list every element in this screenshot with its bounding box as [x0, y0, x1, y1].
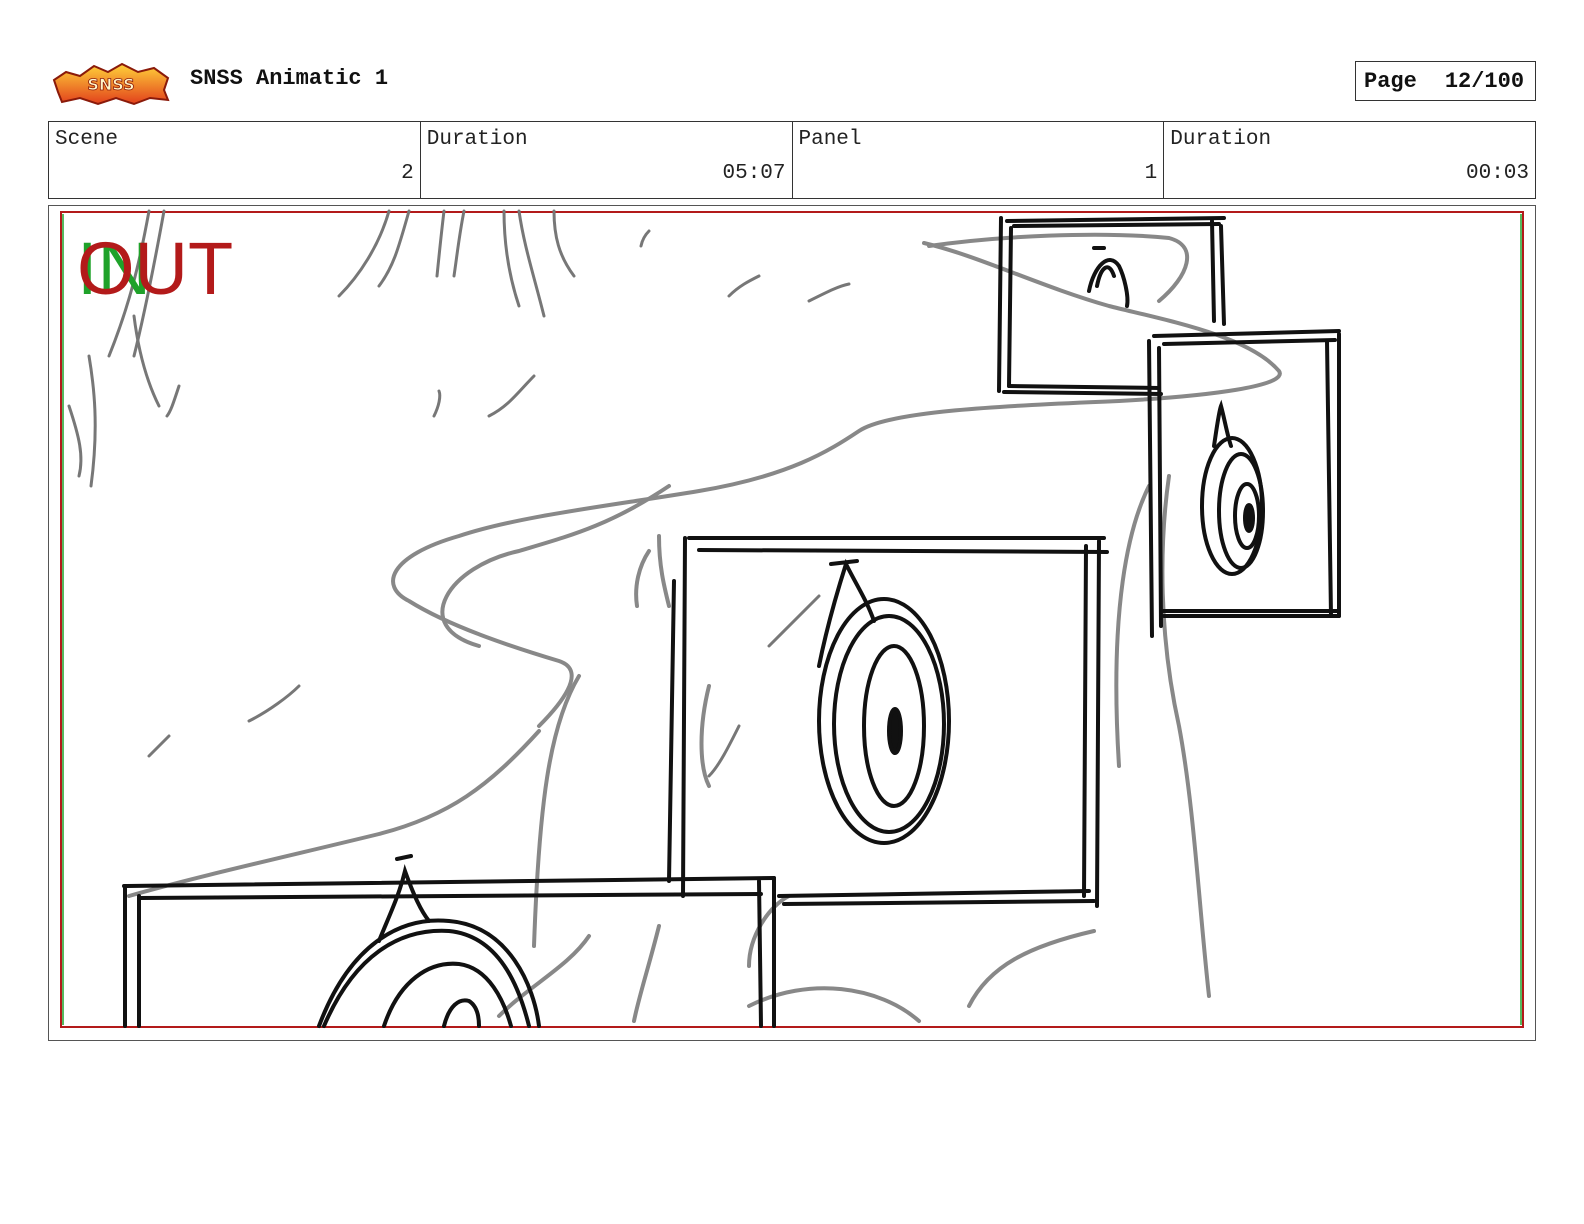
scene-cell: Scene 2	[49, 122, 421, 198]
page-label: Page	[1364, 68, 1417, 94]
panel-value: 1	[1144, 162, 1158, 185]
logo: SNSS	[50, 58, 172, 106]
storyboard-sketch	[60, 209, 1524, 1028]
background-sketch	[127, 232, 1282, 1023]
page-number: 12/100	[1444, 68, 1525, 94]
document-title: SNSS Animatic 1	[190, 66, 389, 91]
scene-duration-cell: Duration 05:07	[421, 122, 793, 198]
scene-label: Scene	[55, 128, 119, 151]
panel-duration-cell: Duration 00:03	[1164, 122, 1535, 198]
storyboard-panel: IN OUT	[48, 205, 1536, 1041]
panel-duration-value: 00:03	[1465, 162, 1529, 185]
logo-text: SNSS	[87, 75, 134, 94]
scene-duration-value: 05:07	[722, 162, 786, 185]
panel-duration-label: Duration	[1170, 128, 1272, 151]
scene-duration-label: Duration	[426, 128, 528, 151]
target-boards	[122, 216, 1341, 1028]
panel-label: Panel	[798, 128, 862, 151]
out-marker: OUT	[77, 227, 234, 310]
scene-info-table: Scene 2 Duration 05:07 Panel 1 Duration …	[48, 121, 1536, 199]
panel-cell: Panel 1	[793, 122, 1165, 198]
page-indicator: Page 12/100	[1355, 61, 1536, 101]
scene-value: 2	[401, 162, 414, 185]
